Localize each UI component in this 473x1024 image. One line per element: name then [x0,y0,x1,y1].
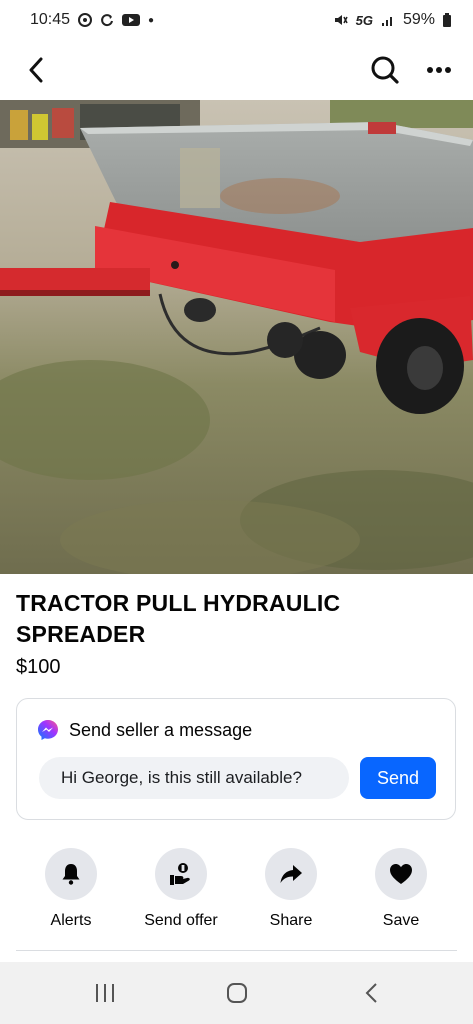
back-arrow-icon [29,57,43,83]
section-divider [16,950,457,951]
more-dots-icon [427,67,451,73]
message-input[interactable]: Hi George, is this still available? [39,757,349,799]
network-type: 5G [355,12,373,28]
system-back-icon [365,983,377,1003]
spreader-photo-image [0,100,473,574]
system-back-button[interactable] [356,980,386,1006]
alerts-button[interactable]: Alerts [16,848,126,930]
alerts-circle[interactable] [45,848,97,900]
home-button[interactable] [222,980,252,1006]
search-icon [371,56,399,84]
save-label: Save [382,912,420,929]
recent-apps-icon [96,984,114,1002]
share-icon [280,865,302,883]
share-circle[interactable] [265,848,317,900]
battery-icon [443,13,451,27]
messenger-icon [38,720,58,740]
mute-icon [334,15,348,25]
status-bar: 10:45 ● 5G 59% [0,0,473,40]
more-notifications-dot-icon: ● [148,14,155,26]
heart-icon [390,864,412,884]
send-offer-label: Send offer [144,912,218,929]
send-button[interactable]: Send [360,757,436,799]
listing-price: $100 [16,656,61,678]
send-offer-button[interactable]: Send offer [126,848,236,930]
save-circle[interactable] [375,848,427,900]
more-options-button[interactable] [421,52,457,88]
send-offer-circle[interactable] [155,848,207,900]
share-label: Share [269,912,313,929]
top-nav [0,40,473,100]
listing-photo[interactable] [0,100,473,574]
message-seller-card: Send seller a message Hi George, is this… [16,698,456,820]
action-row: Alerts Send offer Share Save [16,848,456,938]
bell-icon [62,864,80,885]
recent-apps-button[interactable] [90,980,120,1006]
alerts-label: Alerts [50,912,92,929]
message-heading-row: Send seller a message [37,719,252,741]
sync-icon [101,14,114,27]
back-button[interactable] [18,52,54,88]
message-heading: Send seller a message [69,719,253,740]
youtube-icon [122,14,141,26]
share-button[interactable]: Share [236,848,346,930]
location-icon [78,13,93,27]
home-icon [227,983,247,1003]
listing-title: TRACTOR PULL HYDRAULIC SPREADER [16,590,341,647]
status-time: 10:45 [30,11,71,28]
battery-percent: 59% [402,11,435,28]
save-button[interactable]: Save [346,848,456,930]
search-button[interactable] [367,52,403,88]
offer-icon [170,863,190,885]
system-nav-bar [0,962,473,1024]
signal-icon [381,17,392,26]
